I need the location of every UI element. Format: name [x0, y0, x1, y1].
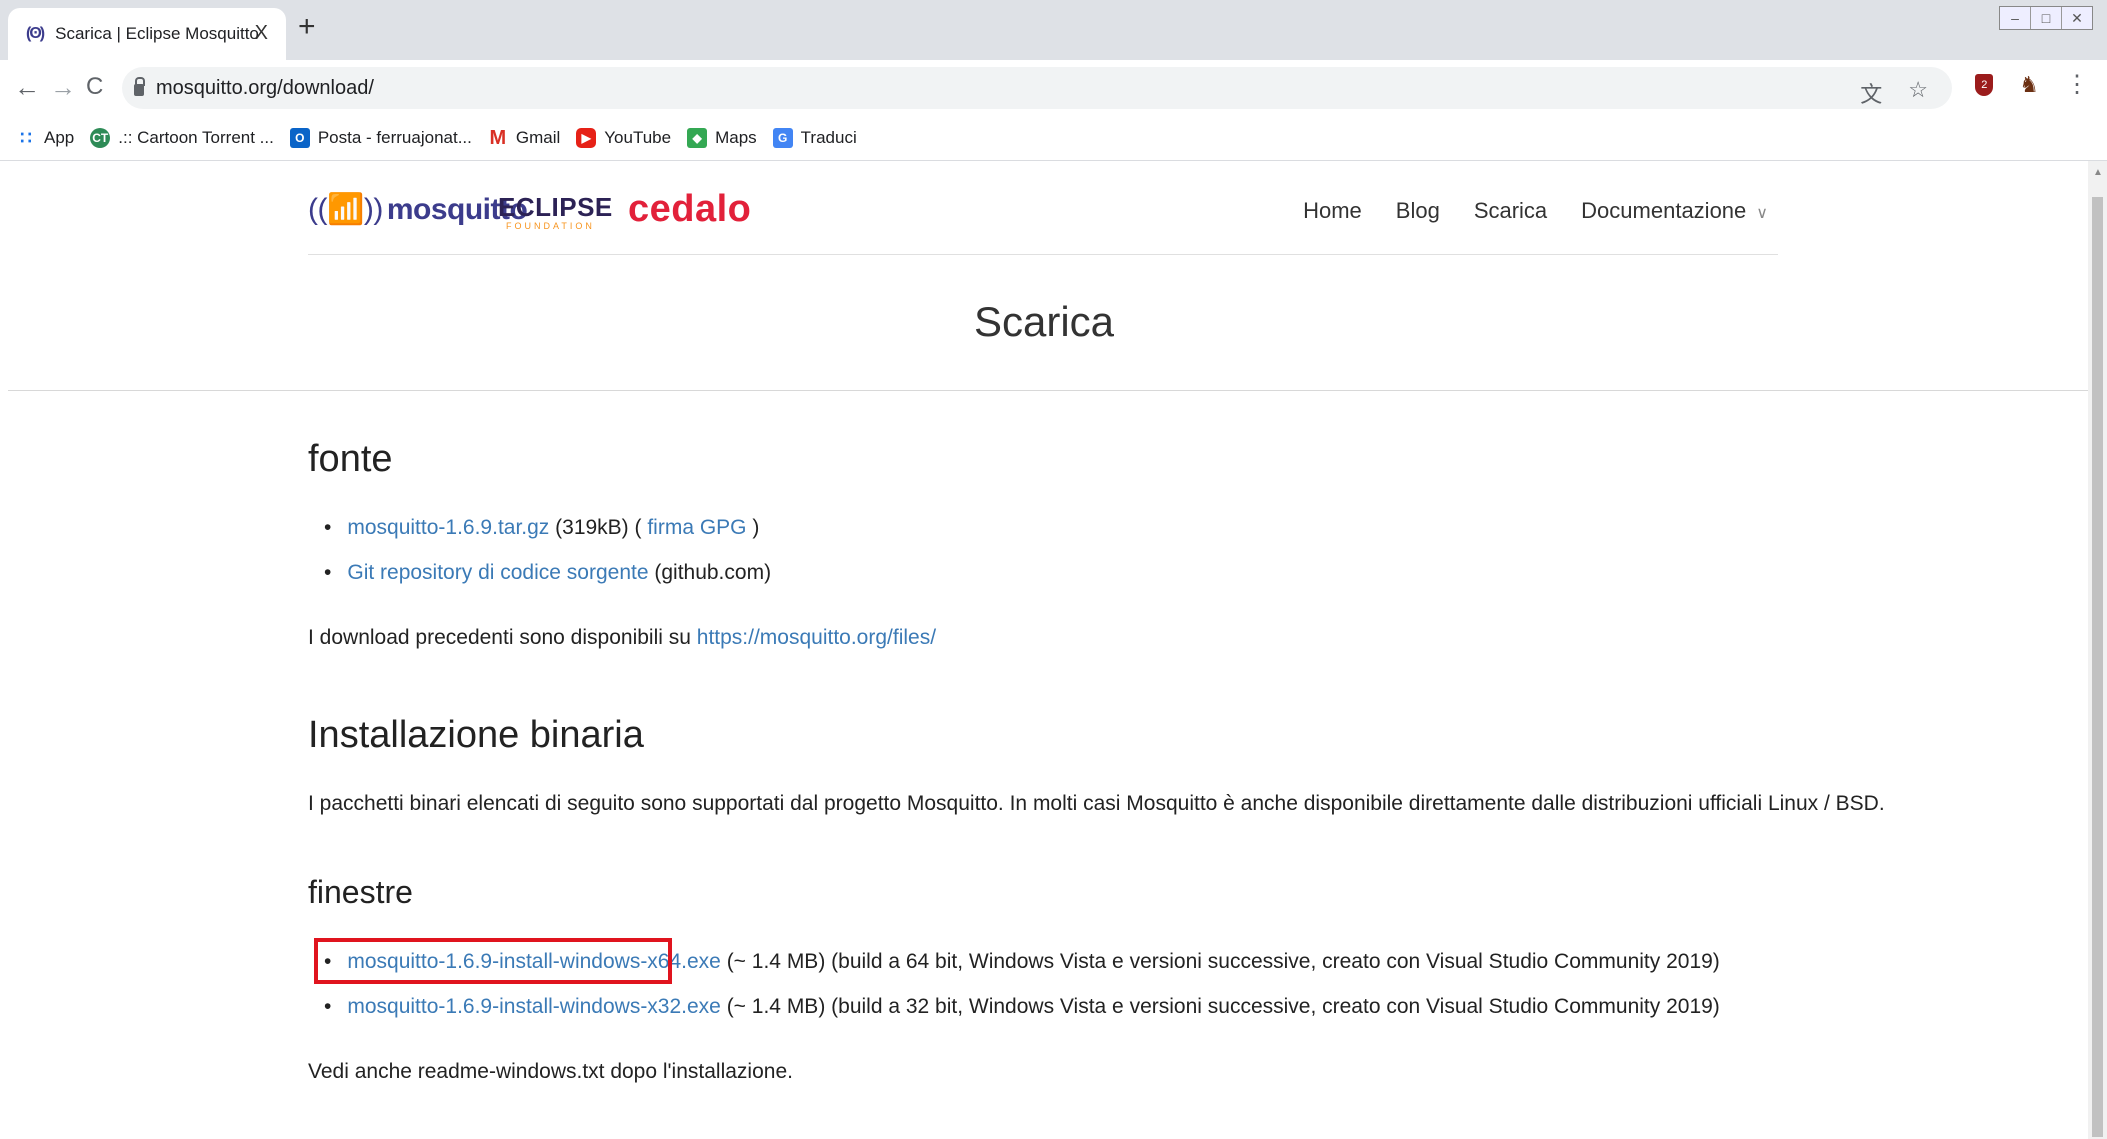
- bookmark-label: Maps: [715, 128, 757, 147]
- minimize-icon[interactable]: –: [2000, 7, 2030, 29]
- list-item-text: (~ 1.4 MB) (build a 64 bit, Windows Vist…: [720, 950, 1720, 973]
- divider: [8, 390, 2088, 391]
- bookmark-label: Posta - ferruajonat...: [317, 128, 472, 147]
- nav-scarica[interactable]: Scarica: [1474, 198, 1547, 224]
- reload-icon[interactable]: C: [86, 72, 103, 102]
- older-downloads-label: I download precedenti sono disponibili s…: [308, 626, 697, 649]
- list-item-text: (github.com): [648, 561, 772, 584]
- list-item-text: (319kB) (: [549, 516, 648, 539]
- lock-icon[interactable]: [134, 77, 145, 96]
- section-heading-binary: Installazione binaria: [308, 714, 644, 756]
- section-heading-fonte: fonte: [308, 438, 393, 480]
- mosquitto-signal-icon: ((📶)): [308, 193, 383, 226]
- bookmark-traduci[interactable]: G Traduci: [772, 128, 857, 148]
- nav-home[interactable]: Home: [1303, 198, 1362, 224]
- older-downloads-link[interactable]: https://mosquitto.org/files/: [697, 626, 936, 649]
- extensions-area: 2 ♞ ⋮: [1975, 70, 2089, 99]
- scrollbar-thumb[interactable]: [2092, 197, 2103, 1137]
- back-arrow-icon[interactable]: ←: [14, 72, 40, 102]
- browser-menu-icon[interactable]: ⋮: [2065, 70, 2089, 99]
- bookmark-star-icon[interactable]: ☆: [1908, 77, 1928, 109]
- bookmark-maps[interactable]: ◆ Maps: [687, 128, 757, 148]
- bookmark-youtube[interactable]: ▶ YouTube: [576, 128, 671, 148]
- cartoon-torrent-icon: CT: [90, 128, 111, 148]
- nav-documentazione-label: Documentazione: [1581, 198, 1747, 223]
- browser-tab[interactable]: (ʘ) Scarica | Eclipse Mosquitto X: [8, 8, 286, 60]
- bookmark-label: YouTube: [604, 128, 672, 147]
- omnibox-actions: 文 ☆: [1860, 77, 1928, 109]
- bookmark-label: Gmail: [515, 128, 561, 147]
- forward-arrow-icon[interactable]: →: [50, 72, 76, 102]
- bookmark-gmail[interactable]: M Gmail: [488, 126, 561, 149]
- close-window-icon[interactable]: ✕: [2061, 7, 2092, 29]
- eclipse-foundation-logo[interactable]: ECLIPSE FOUNDATION: [498, 192, 613, 231]
- eclipse-logo-subtext: FOUNDATION: [506, 221, 595, 231]
- binary-description: I pacchetti binari elencati di seguito s…: [308, 792, 1885, 815]
- cedalo-logo[interactable]: cedalo: [628, 188, 751, 231]
- mosquitto-logo[interactable]: ((📶)) mosquitto: [308, 192, 528, 227]
- windows-x32-installer-link[interactable]: mosquitto-1.6.9-install-windows-x32.exe: [347, 995, 721, 1018]
- mosquitto-favicon-icon: (ʘ): [26, 25, 45, 42]
- restore-icon[interactable]: □: [2030, 7, 2061, 29]
- bookmark-cartoon-torrent[interactable]: CT .:: Cartoon Torrent ...: [90, 128, 274, 148]
- scroll-up-icon[interactable]: ▲: [2093, 167, 2103, 178]
- translate-icon: G: [772, 128, 793, 148]
- list-item: mosquitto-1.6.9-install-windows-x32.exe …: [324, 995, 1720, 1019]
- apps-grid-icon: ∷: [20, 127, 32, 148]
- tab-title: Scarica | Eclipse Mosquitto: [55, 24, 259, 43]
- nav-documentazione[interactable]: Documentazione ∨: [1581, 198, 1768, 224]
- new-tab-button[interactable]: +: [298, 12, 316, 42]
- close-tab-icon[interactable]: X: [255, 22, 268, 45]
- window-controls: – □ ✕: [1999, 6, 2093, 30]
- bookmark-posta[interactable]: O Posta - ferruajonat...: [289, 128, 472, 148]
- eclipse-logo-text: ECLIPSE: [498, 192, 613, 222]
- url-text[interactable]: mosquitto.org/download/: [156, 77, 374, 100]
- profile-extension-icon[interactable]: ♞: [2019, 72, 2039, 98]
- maps-icon: ◆: [687, 128, 708, 148]
- shield-extension-icon[interactable]: 2: [1975, 73, 1994, 96]
- nav-blog[interactable]: Blog: [1396, 198, 1440, 224]
- list-item: mosquitto-1.6.9.tar.gz (319kB) ( firma G…: [324, 516, 759, 540]
- list-item-text: ): [746, 516, 760, 539]
- tarball-link[interactable]: mosquitto-1.6.9.tar.gz: [347, 516, 549, 539]
- git-repository-link[interactable]: Git repository di codice sorgente: [347, 561, 648, 584]
- outlook-icon: O: [289, 128, 310, 148]
- section-heading-windows: finestre: [308, 874, 413, 910]
- page-scrollbar[interactable]: ▲: [2088, 161, 2107, 1139]
- list-item: Git repository di codice sorgente (githu…: [324, 561, 771, 585]
- gpg-signature-link[interactable]: firma GPG: [647, 516, 746, 539]
- older-downloads-text: I download precedenti sono disponibili s…: [308, 626, 936, 650]
- bookmark-label: Traduci: [800, 128, 857, 147]
- chevron-down-icon: ∨: [1756, 205, 1768, 222]
- bookmarks-bar: ∷ App CT .:: Cartoon Torrent ... O Posta - …: [0, 116, 2107, 161]
- bookmark-app[interactable]: ∷ App: [16, 128, 74, 148]
- youtube-icon: ▶: [576, 128, 597, 148]
- page-title: Scarica: [973, 298, 1115, 345]
- translate-page-icon[interactable]: 文: [1860, 77, 1882, 109]
- gmail-icon: M: [489, 126, 507, 149]
- browser-toolbar: ← → C mosquitto.org/download/ 文 ☆: [0, 60, 2107, 116]
- bookmark-label: .:: Cartoon Torrent ...: [118, 128, 274, 147]
- tab-strip: (ʘ) Scarica | Eclipse Mosquitto X + – □ …: [0, 0, 2107, 60]
- highlight-annotation-box: [314, 938, 672, 984]
- list-item-text: (~ 1.4 MB) (build a 32 bit, Windows Vist…: [720, 995, 1720, 1018]
- site-nav: Home Blog Scarica Documentazione ∨: [1303, 198, 1768, 224]
- windows-readme-note: Vedi anche readme-windows.txt dopo l'ins…: [308, 1060, 793, 1083]
- bookmark-label: App: [44, 128, 75, 147]
- address-bar[interactable]: mosquitto.org/download/ 文 ☆: [122, 67, 1952, 109]
- site-header: ((📶)) mosquitto ECLIPSE FOUNDATION cedalo…: [308, 170, 1778, 255]
